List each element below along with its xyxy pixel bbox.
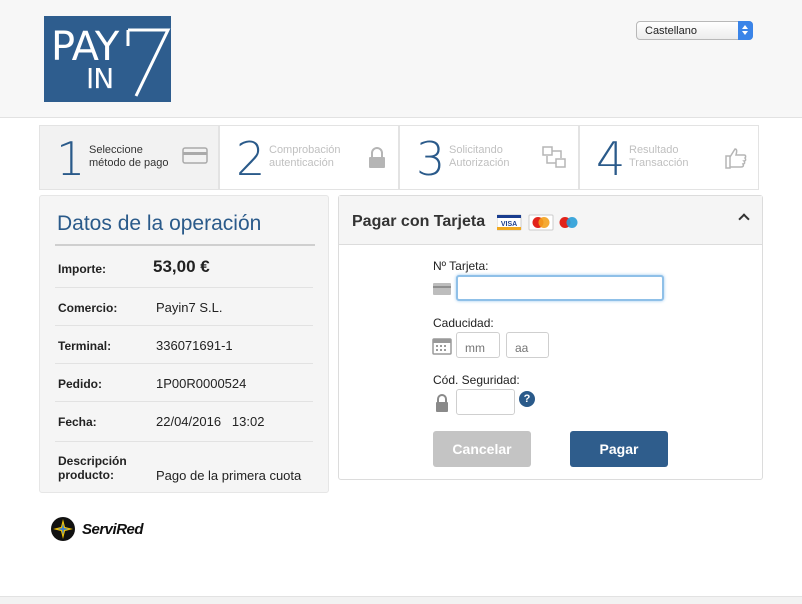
detail-value: Payin7 S.L. <box>156 300 223 315</box>
detail-row-description: Descripción producto: Pago de la primera… <box>55 442 313 490</box>
step-label-line2: Autorización <box>449 157 510 169</box>
maestro-card-icon <box>559 217 578 228</box>
detail-row-order: Pedido: 1P00R0000524 <box>55 364 313 402</box>
logo-seven-icon <box>126 28 171 97</box>
detail-label: Terminal: <box>58 339 112 353</box>
step-number: 3 <box>416 132 446 186</box>
step-label: Comprobación autenticación <box>269 144 341 170</box>
detail-value: Pago de la primera cuota <box>156 468 302 483</box>
expiry-label: Caducidad: <box>433 316 494 330</box>
detail-value: 336071691-1 <box>156 338 233 353</box>
security-code-input[interactable] <box>456 389 515 415</box>
step-number: 2 <box>236 132 266 186</box>
language-select-value: Castellano <box>645 25 697 37</box>
operation-details-panel: Datos de la operación Importe: 53,00 € C… <box>39 195 329 493</box>
card-payment-header[interactable]: Pagar con Tarjeta VISA <box>339 196 762 245</box>
detail-value: 22/04/2016 13:02 <box>156 414 265 429</box>
step-3: 3 Solicitando Autorización <box>399 125 579 190</box>
detail-label: Importe: <box>58 262 106 276</box>
detail-label-line1: Descripción <box>58 454 127 468</box>
progress-steps: 1 Seleccione método de pago 2 Comprobaci… <box>39 125 759 190</box>
expiry-year-input[interactable] <box>506 332 549 358</box>
step-4: 4 Resultado Transacción <box>579 125 759 190</box>
detail-label: Pedido: <box>58 377 102 391</box>
step-number: 4 <box>596 132 626 186</box>
detail-row-date: Fecha: 22/04/2016 13:02 <box>55 402 313 442</box>
servired-logo: ServiRed <box>50 515 144 543</box>
transfer-icon <box>542 146 566 168</box>
detail-row-terminal: Terminal: 336071691-1 <box>55 326 313 364</box>
card-brands-icons: VISA <box>497 214 578 231</box>
amount-value: 53,00 € <box>153 257 210 276</box>
thumbs-up-icon <box>725 148 747 169</box>
step-label-line2: autenticación <box>269 157 334 169</box>
operation-title: Datos de la operación <box>57 212 262 235</box>
divider <box>55 244 315 246</box>
expiry-month-input[interactable] <box>456 332 500 358</box>
help-icon[interactable]: ? <box>519 391 535 407</box>
step-label-line1: Seleccione <box>89 144 143 156</box>
card-payment-panel: Pagar con Tarjeta VISA Nº Tarjeta: Caduc… <box>338 195 763 480</box>
language-select[interactable]: Castellano <box>636 21 753 40</box>
pay-button[interactable]: Pagar <box>570 431 668 467</box>
detail-label: Comercio: <box>58 301 118 315</box>
detail-label: Descripción producto: <box>58 454 127 482</box>
step-label-line2: Transacción <box>629 157 689 169</box>
step-label-line1: Solicitando <box>449 144 503 156</box>
padlock-icon <box>436 394 448 412</box>
detail-row-amount: Importe: 53,00 € <box>55 248 313 288</box>
detail-value: 1P00R0000524 <box>156 376 247 391</box>
step-number: 1 <box>56 132 86 186</box>
step-label-line1: Resultado <box>629 144 679 156</box>
card-number-label: Nº Tarjeta: <box>433 259 489 273</box>
step-2: 2 Comprobación autenticación <box>219 125 399 190</box>
step-1: 1 Seleccione método de pago <box>39 125 219 190</box>
step-label-line2: método de pago <box>89 157 169 169</box>
detail-label: Fecha: <box>58 415 97 429</box>
calendar-icon <box>432 338 452 355</box>
step-label: Solicitando Autorización <box>449 144 510 170</box>
servired-star-icon <box>51 517 75 541</box>
select-arrows-icon[interactable] <box>738 21 753 40</box>
credit-card-icon <box>182 147 208 164</box>
card-number-input[interactable] <box>456 275 664 301</box>
cancel-button[interactable]: Cancelar <box>433 431 531 467</box>
mastercard-card-icon <box>528 214 554 231</box>
header: PAY IN Castellano <box>0 0 802 118</box>
detail-label-line2: producto: <box>58 468 114 482</box>
card-payment-title: Pagar con Tarjeta <box>352 213 486 230</box>
servired-text: ServiRed <box>82 521 144 538</box>
collapse-chevron-icon[interactable] <box>738 213 750 225</box>
padlock-icon <box>369 147 385 168</box>
visa-card-icon: VISA <box>497 214 522 231</box>
step-label: Seleccione método de pago <box>89 144 169 170</box>
payin7-logo: PAY IN <box>44 16 171 102</box>
step-label-line1: Comprobación <box>269 144 341 156</box>
footer-bar <box>0 596 802 604</box>
card-icon <box>433 283 451 295</box>
visa-text: VISA <box>501 221 517 228</box>
detail-row-merchant: Comercio: Payin7 S.L. <box>55 288 313 326</box>
security-code-label: Cód. Seguridad: <box>433 373 520 387</box>
step-label: Resultado Transacción <box>629 144 689 170</box>
